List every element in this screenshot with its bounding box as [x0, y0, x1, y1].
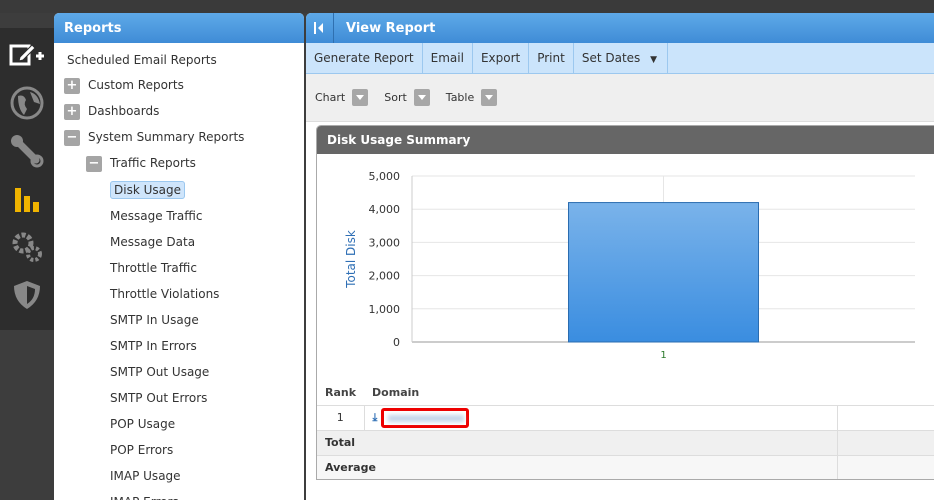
- panel-title: Reports: [54, 13, 304, 43]
- collapse-panel-button[interactable]: [306, 13, 334, 43]
- tree-item-label: Disk Usage: [110, 181, 185, 199]
- tree-item-label: Throttle Violations: [110, 287, 220, 301]
- tree-item-label: System Summary Reports: [88, 130, 245, 144]
- settings-gears-icon[interactable]: [8, 228, 46, 266]
- tree-item-label: SMTP In Errors: [110, 339, 197, 353]
- tree-item[interactable]: Scheduled Email Reports: [67, 53, 217, 67]
- tree-item-label: Custom Reports: [88, 78, 184, 92]
- rank-cell: 1: [317, 404, 365, 430]
- x-tick-label: 1: [660, 350, 666, 361]
- tree-item-label: Scheduled Email Reports: [67, 53, 217, 67]
- report-toolbar: Generate Report Email Export Print Set D…: [306, 43, 934, 74]
- tree-item-label: SMTP Out Usage: [110, 365, 210, 379]
- tree-item[interactable]: IMAP Errors: [110, 495, 179, 500]
- y-tick-label: 4,000: [369, 203, 401, 216]
- collapse-left-icon: [313, 22, 323, 34]
- tree-item[interactable]: SMTP In Usage: [110, 313, 199, 327]
- view-report-panel: View Report Generate Report Email Export…: [306, 13, 934, 500]
- tree-item[interactable]: Message Traffic: [110, 209, 202, 223]
- tree-item-label: Dashboards: [88, 104, 160, 118]
- table-row: 1 ⤓: [317, 404, 934, 430]
- tree-item[interactable]: POP Usage: [110, 417, 175, 431]
- collapse-icon[interactable]: −: [86, 156, 102, 172]
- email-button[interactable]: Email: [423, 43, 473, 73]
- tree-item-label: SMTP Out Errors: [110, 391, 208, 405]
- sort-option-label: Sort: [384, 91, 407, 104]
- view-options: Chart Sort Table: [306, 74, 934, 122]
- reports-panel: Reports Scheduled Email Reports + Custom R…: [54, 13, 304, 500]
- column-header-domain: Domain: [372, 385, 420, 399]
- globe-icon[interactable]: [8, 84, 46, 122]
- column-header-rank: Rank: [325, 385, 357, 399]
- new-report-icon[interactable]: [8, 36, 46, 74]
- tree-item[interactable]: Disk Usage: [110, 181, 185, 199]
- caret-down-icon: ▼: [650, 55, 658, 65]
- tree-item-label: IMAP Errors: [110, 495, 179, 500]
- tree-item[interactable]: IMAP Usage: [110, 469, 181, 483]
- set-dates-label: Set Dates: [581, 51, 641, 65]
- collapse-icon[interactable]: −: [64, 130, 80, 146]
- chart-option-label: Chart: [315, 91, 346, 104]
- y-tick-label: 5,000: [369, 170, 401, 183]
- table-option-dropdown[interactable]: [481, 89, 498, 106]
- tree-item[interactable]: SMTP Out Errors: [110, 391, 207, 405]
- tree-item[interactable]: SMTP In Errors: [110, 339, 197, 353]
- tree-item-label: Throttle Traffic: [110, 261, 197, 275]
- reports-chart-icon[interactable]: [8, 180, 46, 218]
- y-tick-label: 3,000: [369, 236, 401, 249]
- tree-item-label: SMTP In Usage: [110, 313, 199, 327]
- tree-item-label: POP Errors: [110, 443, 174, 457]
- disk-usage-summary-card: Disk Usage Summary 0 1,000 2,000 3,000 4,000…: [316, 125, 934, 480]
- report-table: Rank Domain 1 ⤓ Total Average: [317, 380, 934, 479]
- panel-title: View Report: [346, 20, 436, 36]
- app-nav: [0, 28, 54, 330]
- total-label: Total: [317, 429, 838, 455]
- tree-item-label: Message Traffic: [110, 209, 203, 223]
- redacted-domain-link[interactable]: [380, 407, 469, 428]
- sort-option-dropdown[interactable]: [413, 89, 430, 106]
- tree-item[interactable]: POP Errors: [110, 443, 173, 457]
- top-bar: [0, 0, 934, 13]
- tree-item[interactable]: Message Data: [110, 235, 195, 249]
- shield-icon[interactable]: [8, 276, 46, 314]
- download-icon[interactable]: ⤓: [373, 411, 378, 424]
- disk-usage-chart: 0 1,000 2,000 3,000 4,000 5,000 Total Disk 1: [344, 170, 915, 361]
- tree-item[interactable]: Throttle Traffic: [110, 261, 197, 275]
- export-button[interactable]: Export: [473, 43, 530, 73]
- expand-icon[interactable]: +: [64, 104, 80, 120]
- y-tick-label: 2,000: [369, 270, 401, 283]
- print-button[interactable]: Print: [529, 43, 574, 73]
- tree-item[interactable]: Throttle Violations: [110, 287, 219, 301]
- chart-option-dropdown[interactable]: [352, 89, 369, 106]
- y-axis-label: Total Disk: [344, 230, 358, 289]
- tree-item[interactable]: − System Summary Reports: [64, 130, 244, 146]
- expand-icon[interactable]: +: [64, 78, 80, 94]
- tree-item-label: POP Usage: [110, 417, 176, 431]
- table-option-label: Table: [445, 91, 475, 104]
- generate-report-button[interactable]: Generate Report: [306, 43, 423, 73]
- tree-item-label: Traffic Reports: [110, 156, 196, 170]
- tree-item-label: IMAP Usage: [110, 469, 181, 483]
- y-tick-label: 1,000: [369, 303, 401, 316]
- tree-item[interactable]: + Dashboards: [64, 104, 159, 120]
- tree-item-label: Message Data: [110, 235, 196, 249]
- card-title: Disk Usage Summary: [317, 126, 934, 154]
- bar: [568, 202, 759, 343]
- y-tick-label: 0: [393, 336, 400, 349]
- wrench-icon[interactable]: [8, 132, 46, 170]
- average-label: Average: [317, 454, 838, 479]
- domain-cell: ⤓: [364, 404, 838, 430]
- tree-item[interactable]: SMTP Out Usage: [110, 365, 209, 379]
- set-dates-dropdown[interactable]: Set Dates ▼: [574, 43, 669, 73]
- tree-item[interactable]: − Traffic Reports: [86, 156, 196, 172]
- tree-item[interactable]: + Custom Reports: [64, 78, 184, 94]
